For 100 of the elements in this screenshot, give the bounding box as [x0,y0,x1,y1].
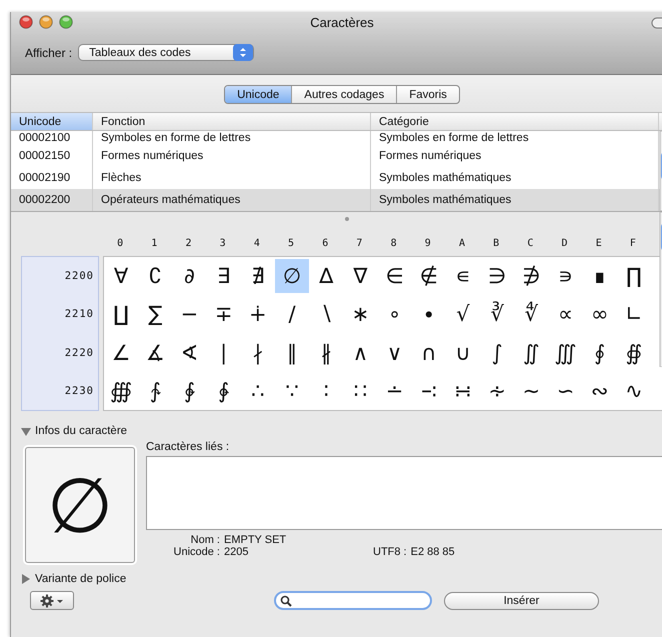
character-cell[interactable]: ∲ [172,374,207,408]
tab[interactable]: Autres codages [291,86,396,103]
collapsed-triangle-icon[interactable] [21,574,31,584]
tab[interactable]: Unicode [225,86,292,103]
field-label: Nom : [190,534,220,546]
column-label: A [458,238,466,248]
character-cell[interactable]: ∩ [412,336,446,370]
section-title[interactable]: Infos du caractère [35,425,128,437]
character-cell[interactable]: √ [446,297,480,332]
character-cell[interactable]: ∮ [582,336,617,370]
show-label: Afficher : [25,46,72,60]
character-cell[interactable]: ∍ [548,259,583,294]
character-cell[interactable]: ∄ [240,259,275,294]
search-field[interactable] [274,591,432,610]
character-cell[interactable]: ∨ [378,336,412,370]
character-cell[interactable]: ∅ [274,259,310,294]
column-header[interactable]: Catégorie [371,113,659,130]
character-cell[interactable]: ∢ [172,336,207,370]
character-cell[interactable]: ∷ [343,374,378,408]
column-label: 3 [218,238,227,248]
row-label: 2210 [64,308,95,320]
column-header[interactable]: Fonction [93,113,371,130]
character-cell[interactable]: ∜ [514,297,548,332]
character-cell[interactable]: ∺ [446,374,480,408]
character-cell[interactable]: ∾ [582,374,617,408]
character-cell[interactable]: ∀ [104,259,138,294]
character-cell[interactable]: ∠ [104,336,138,370]
character-cell[interactable]: ∸ [378,374,412,408]
character-cell[interactable]: ∫ [480,336,514,370]
stepper-arrows-icon [233,44,254,61]
character-cell[interactable]: ∎ [582,259,617,294]
character-cell[interactable]: ∪ [446,336,480,370]
column-header[interactable]: Unicode [11,113,93,130]
expanded-triangle-icon[interactable] [21,426,31,436]
character-cell[interactable]: ∂ [172,259,207,294]
column-label: B [492,238,500,248]
character-cell[interactable]: ∡ [138,336,172,370]
character-cell[interactable]: ∯ [616,336,651,370]
column-label: 4 [252,238,261,248]
character-cell[interactable]: ∑ [138,297,172,332]
table-cell: 00002100 [11,131,93,145]
character-cell[interactable]: ∥ [274,336,310,370]
character-cell[interactable]: ∉ [412,259,446,294]
table-cell: Symboles en forme de lettres [93,131,371,145]
character-cell[interactable]: ∶ [309,374,344,408]
close-button[interactable] [19,15,33,29]
character-cell[interactable]: ∘ [378,297,412,332]
gear-icon [40,594,64,608]
character-cell[interactable]: ∧ [343,336,378,370]
column-label: F [628,238,637,248]
character-cell[interactable]: ∌ [514,259,548,294]
character-cell[interactable]: − [172,297,207,332]
character-cell[interactable]: ∐ [104,297,138,332]
character-cell[interactable]: ∳ [206,374,241,408]
character-cell[interactable]: ∗ [343,297,378,332]
splitter-handle-icon[interactable] [344,216,350,222]
character-cell[interactable]: ∽ [548,374,583,408]
character-cell[interactable]: ∭ [548,336,583,370]
character-cell[interactable]: ∇ [343,259,378,294]
table-row[interactable]: 00002200 Opérateurs mathématiques Symboles mathématiques [11,189,662,211]
action-menu-button[interactable] [30,591,74,610]
column-label: D [560,238,569,248]
character-cell[interactable]: ∰ [104,374,138,408]
character-cell[interactable]: ∊ [446,259,480,294]
character-cell[interactable]: ∵ [274,374,310,408]
insert-button[interactable]: Insérer [444,592,599,610]
character-cell[interactable]: ∿ [616,374,651,408]
character-cell[interactable]: ∟ [616,297,651,332]
character-cell[interactable]: ∛ [480,297,514,332]
character-cell[interactable]: ∣ [206,336,241,370]
character-cell[interactable]: ∃ [206,259,241,294]
character-cell[interactable]: ∙ [412,297,446,332]
character-cell[interactable]: ∁ [138,259,172,294]
character-cell[interactable]: ∤ [240,336,275,370]
character-cell[interactable]: ∈ [378,259,412,294]
column-label: 9 [424,238,432,248]
character-cell[interactable]: ∆ [309,259,344,294]
character-cell[interactable]: ∓ [206,297,241,332]
character-cell[interactable]: ∏ [616,259,651,294]
tab[interactable]: Favoris [396,86,459,103]
character-cell[interactable]: ∴ [240,374,275,408]
character-cell[interactable]: ∹ [412,374,446,408]
character-cell[interactable]: ∼ [514,374,548,408]
character-cell[interactable]: ∻ [480,374,514,408]
row-label: 2200 [64,270,95,282]
related-characters-list[interactable] [146,456,662,530]
character-cell[interactable]: ∖ [309,297,344,332]
show-popup-button[interactable]: Tableaux des codes [78,44,254,61]
character-cell[interactable]: ∱ [138,374,172,408]
minimize-button[interactable] [39,15,53,29]
character-cell[interactable]: ∕ [274,297,310,332]
table-cell: 00002150 [11,145,93,167]
character-cell[interactable]: ∦ [309,336,344,370]
character-cell[interactable]: ∔ [240,297,275,332]
zoom-button[interactable] [59,15,73,29]
character-cell[interactable]: ∝ [548,297,583,332]
character-cell[interactable]: ∋ [480,259,514,294]
character-cell[interactable]: ∬ [514,336,548,370]
character-cell[interactable]: ∞ [582,297,617,332]
section-title[interactable]: Variante de police [35,573,126,585]
